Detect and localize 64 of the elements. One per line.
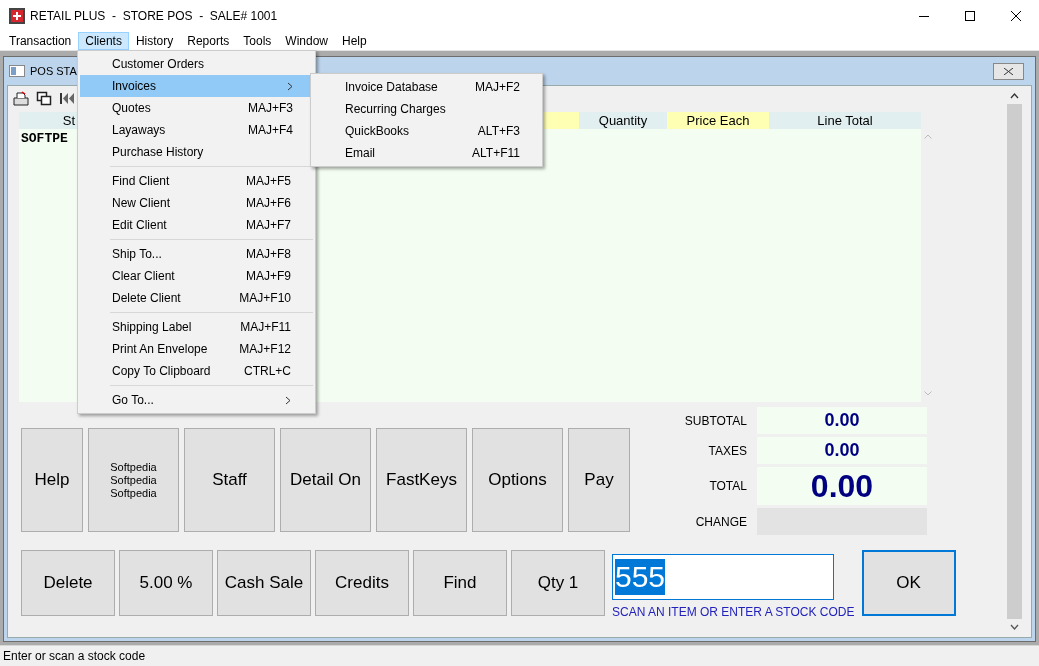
menu-item[interactable]: Copy To Clipboard CTRL+C [80, 360, 311, 382]
first-record-icon[interactable] [59, 90, 75, 106]
total-value: 0.00 [757, 437, 927, 464]
total-label: TOTAL [708, 478, 747, 495]
printer-icon[interactable] [13, 90, 29, 106]
app-logo-icon [9, 8, 25, 24]
menu-item[interactable]: Invoices [80, 75, 313, 97]
menu-item[interactable]: Customer Orders [80, 53, 313, 75]
action-button[interactable]: Find [413, 550, 507, 616]
maximize-icon [965, 11, 975, 21]
menu-bar-item[interactable]: Help [335, 32, 374, 50]
menu-item[interactable]: Invoice Database MAJ+F2 [313, 76, 540, 98]
function-button[interactable]: Options [472, 428, 563, 532]
menu-bar-item[interactable]: History [128, 32, 181, 50]
function-button[interactable]: Detail On [280, 428, 371, 532]
total-label: TAXES [707, 442, 747, 460]
close-button[interactable] [993, 62, 1024, 80]
action-button[interactable]: Credits [315, 550, 409, 616]
function-button[interactable]: FastKeys [376, 428, 467, 532]
menu-item[interactable]: Email ALT+F11 [313, 142, 540, 164]
window-icon [9, 65, 25, 77]
action-button[interactable]: 5.00 % [119, 550, 213, 616]
menu-item[interactable]: New Client MAJ+F6 [80, 192, 311, 214]
menu-item[interactable]: Recurring Charges [313, 98, 540, 120]
menu-item[interactable]: Ship To... MAJ+F8 [80, 243, 311, 265]
ok-button[interactable]: OK [861, 550, 956, 616]
close-icon [1011, 11, 1021, 21]
menu-item[interactable]: Edit Client MAJ+F7 [80, 214, 311, 236]
action-button[interactable]: Delete [21, 550, 115, 616]
column-header: Price Each [667, 112, 769, 129]
menu-bar-item[interactable]: Transaction [2, 32, 79, 50]
copy-icon[interactable] [36, 90, 52, 106]
function-button[interactable]: Help [21, 428, 83, 532]
menu-item[interactable]: Go To... [80, 389, 311, 411]
close-icon [1004, 67, 1013, 75]
menu-item[interactable]: QuickBooks ALT+F3 [313, 120, 540, 142]
action-button[interactable]: Qty 1 [511, 550, 605, 616]
scrollbar-thumb[interactable] [1007, 104, 1022, 619]
softpedia-button[interactable]: Softpedia Softpedia Softpedia [88, 428, 179, 532]
stock-code-field[interactable]: 555 [612, 554, 834, 600]
menu-item[interactable]: Purchase History [80, 141, 313, 163]
menu-bar-item[interactable]: Window [278, 32, 335, 50]
total-label: SUBTOTAL [683, 412, 747, 430]
menu-item[interactable]: Clear Client MAJ+F9 [80, 265, 311, 287]
menu-bar-item[interactable]: Reports [180, 32, 237, 50]
menu-bar-item[interactable]: Clients [78, 32, 129, 50]
table-cell-text: SOFTPE [20, 130, 68, 148]
action-button[interactable]: Cash Sale [217, 550, 311, 616]
menu-bar-item[interactable]: Tools [236, 32, 279, 50]
window-title: RETAIL PLUS - STORE POS - SALE# 1001 [30, 8, 278, 25]
menu-item[interactable]: Shipping Label MAJ+F11 [80, 316, 311, 338]
function-button[interactable]: Staff [184, 428, 275, 532]
menu-item[interactable]: Print An Envelope MAJ+F12 [80, 338, 311, 360]
menu-item[interactable]: Find Client MAJ+F5 [80, 170, 311, 192]
status-text: Enter or scan a stock code [3, 648, 146, 665]
menu-item[interactable]: Delete Client MAJ+F10 [80, 287, 311, 309]
chevron-right-icon [287, 81, 293, 91]
total-label: CHANGE [694, 513, 747, 531]
hint-text: SCAN AN ITEM OR ENTER A STOCK CODE [612, 604, 855, 621]
chevron-right-icon [285, 395, 291, 405]
document-title: POS STA [30, 63, 77, 79]
total-value: 0.00 [757, 467, 927, 505]
function-button[interactable]: Pay [568, 428, 630, 532]
total-value: 0.00 [757, 407, 927, 434]
